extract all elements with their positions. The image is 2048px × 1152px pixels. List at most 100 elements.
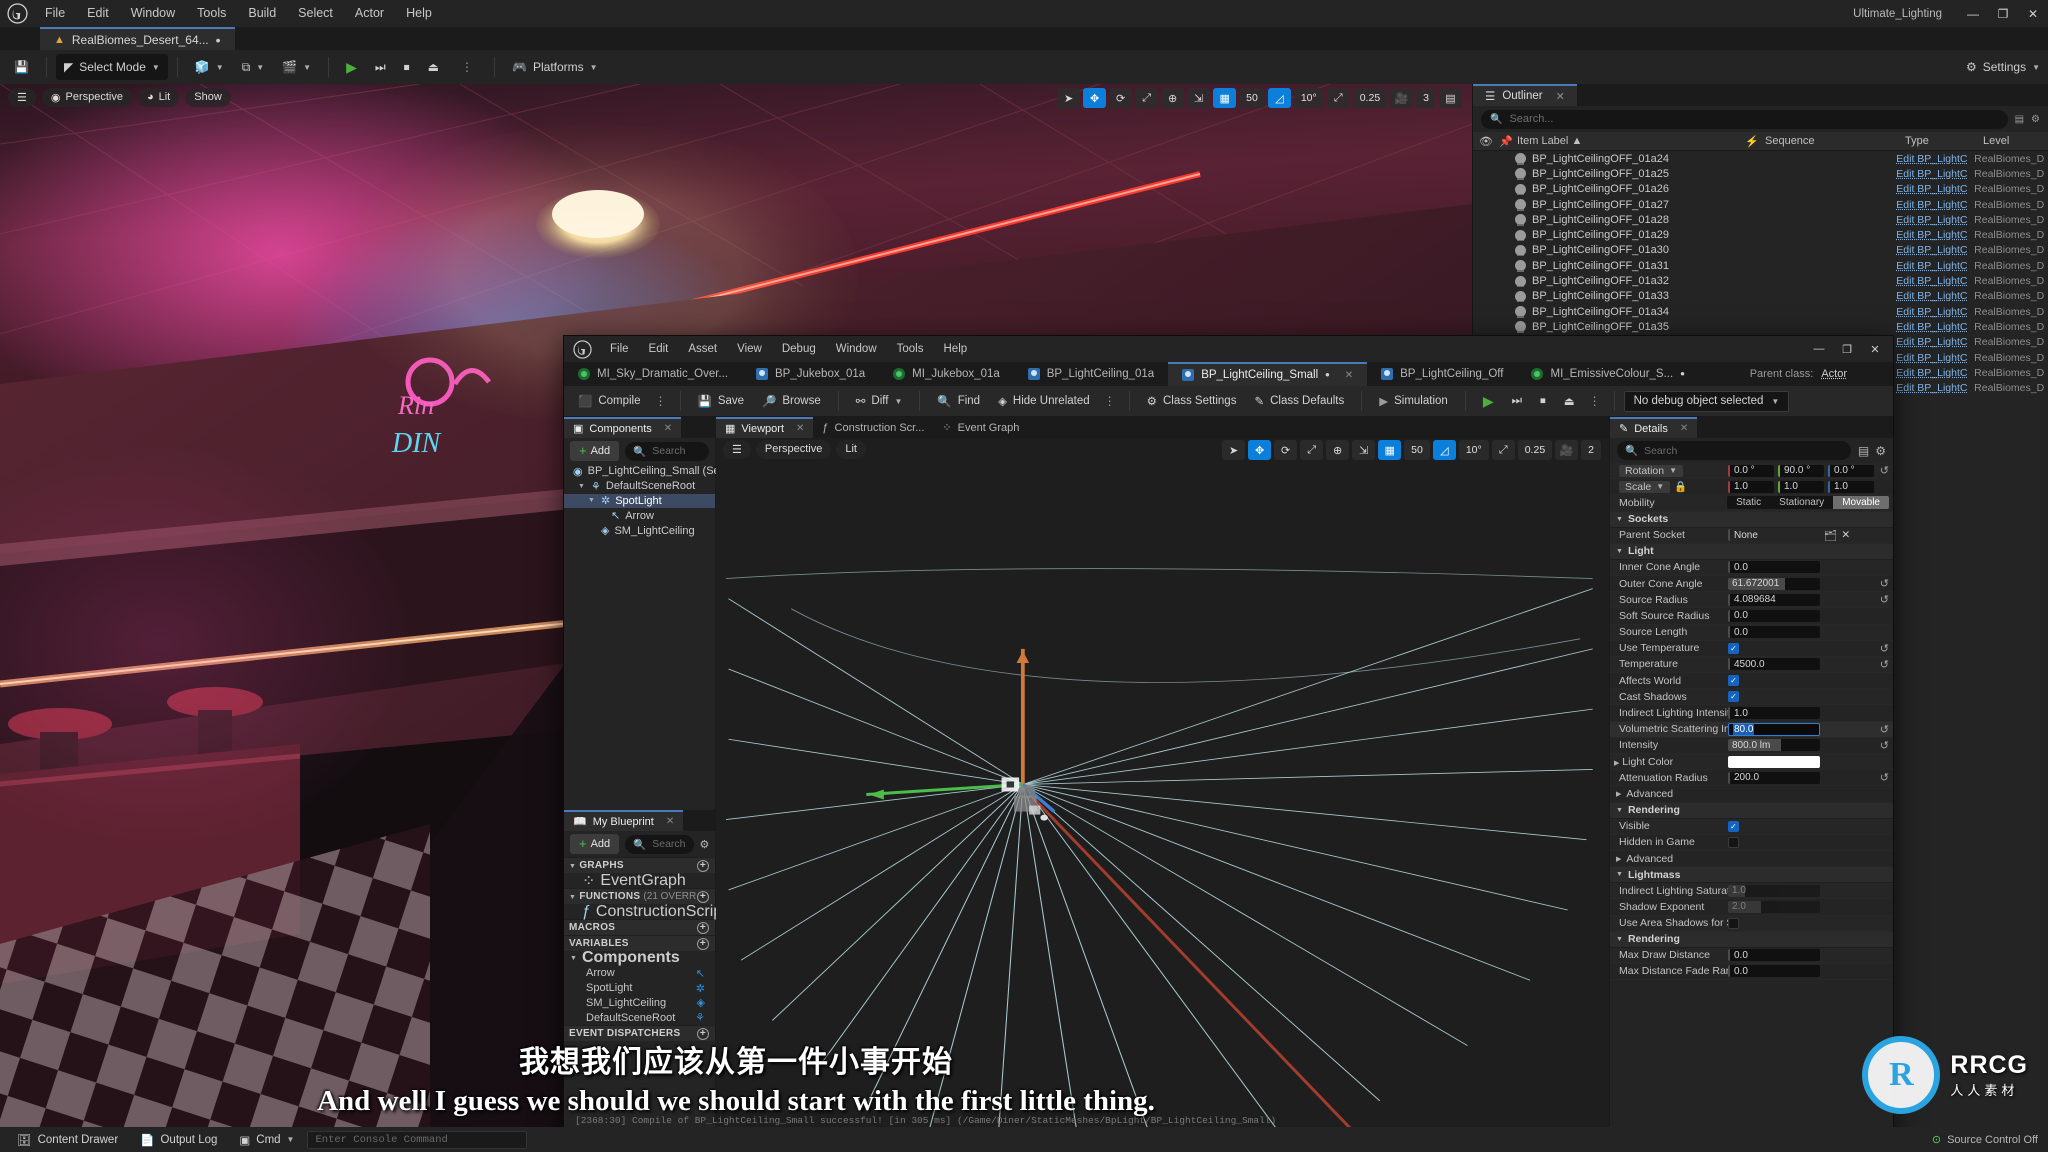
mobility-option-static[interactable]: Static: [1727, 496, 1770, 509]
mobility-toggle-group[interactable]: Static Stationary Movable: [1727, 496, 1889, 510]
details-section-rendering[interactable]: ▼ Rendering: [1610, 931, 1893, 948]
property-row-indirect-lighting-saturation[interactable]: Indirect Lighting Saturation1.0: [1610, 883, 1893, 900]
mobility-row[interactable]: Mobility Static Stationary Movable: [1610, 495, 1893, 512]
asset-tab-bp-jukebox-01a[interactable]: BP_Jukebox_01a: [742, 362, 879, 386]
settings-button[interactable]: ⚙ Settings ▼: [1966, 50, 2040, 84]
details-subsection-advanced[interactable]: ▶ Advanced: [1610, 851, 1893, 868]
my-blueprint-add-row[interactable]: + Add 🔍 Search ⚙: [564, 831, 715, 857]
component-variable-row[interactable]: DefaultSceneRoot ⚘: [564, 1010, 715, 1025]
find-button[interactable]: 🔍 Find: [929, 389, 988, 413]
tab-construction-scr[interactable]: ƒ Construction Scr...: [813, 417, 933, 438]
property-row-outer-cone-angle[interactable]: Outer Cone Angle 61.672001 ↺: [1610, 576, 1893, 593]
outliner-item-label[interactable]: BP_LightCeilingOFF_01a29: [1473, 229, 1737, 242]
outliner-item-type[interactable]: Edit BP_LightC: [1896, 336, 1974, 348]
outliner-item-type[interactable]: Edit BP_LightC: [1896, 367, 1974, 379]
table-row[interactable]: BP_LightCeilingOFF_01a31 Edit BP_LightC Re…: [1473, 258, 2048, 273]
outliner-settings-icon[interactable]: ⚙: [2031, 114, 2040, 125]
bp-eject-button[interactable]: ⏏: [1556, 389, 1583, 413]
outliner-item-label[interactable]: BP_LightCeilingOFF_01a26: [1473, 183, 1737, 196]
property-row-inner-cone-angle[interactable]: Inner Cone Angle 0.0: [1610, 559, 1893, 576]
property-value-input[interactable]: 4500.0: [1728, 658, 1820, 671]
twisty-icon[interactable]: ▼: [569, 894, 576, 901]
angle-snap-icon[interactable]: ◿: [1432, 440, 1456, 460]
menu-window[interactable]: Window: [120, 0, 186, 27]
outliner-filter-icon[interactable]: ▤: [2015, 114, 2024, 125]
unreal-logo-icon[interactable]: [564, 336, 600, 362]
stop-button[interactable]: ⏹: [396, 54, 418, 80]
property-row-source-radius[interactable]: Source Radius 4.089684 ↺: [1610, 592, 1893, 609]
bp-close-button[interactable]: ✕: [1861, 337, 1889, 361]
outliner-column-headers[interactable]: 👁 📌 Item Label ▲ ⚡ Sequence Type Level: [1473, 132, 2048, 151]
outliner-item-type[interactable]: Edit BP_LightC: [1896, 306, 1974, 318]
bp-step-button[interactable]: ⏭: [1504, 389, 1530, 413]
close-icon[interactable]: ✕: [664, 423, 672, 434]
close-button[interactable]: ✕: [2018, 0, 2048, 27]
outliner-item-type[interactable]: Edit BP_LightC: [1896, 168, 1974, 180]
details-property-list[interactable]: Rotation ▼ 0.0 ° 90.0 ° 0.0 ° ↺ Scale ▼ 🔒 1.0 1.0 1…: [1610, 463, 1893, 981]
bp-minimize-button[interactable]: —: [1805, 337, 1833, 361]
status-bar[interactable]: 🗄 Content Drawer 📄 Output Log ▣ Cmd ▼ En…: [0, 1127, 2048, 1152]
outliner-item-label[interactable]: BP_LightCeilingOFF_01a34: [1473, 306, 1737, 318]
transform-axis-y[interactable]: 1.0: [1778, 480, 1824, 493]
source-control-status[interactable]: ⊙ Source Control Off: [1932, 1133, 2038, 1147]
pin-column-icon[interactable]: 📌: [1493, 135, 1513, 148]
outliner-item-type[interactable]: Edit BP_LightC: [1896, 153, 1974, 165]
property-row-max-distance-fade-range[interactable]: Max Distance Fade Range0.0: [1610, 964, 1893, 981]
surface-snap-icon[interactable]: ⇲: [1352, 440, 1376, 460]
lock-icon[interactable]: 🔒: [1674, 480, 1687, 493]
twisty-icon[interactable]: ▼: [569, 863, 576, 870]
skip-button[interactable]: ⏭: [367, 54, 394, 80]
level-tab-strip[interactable]: ▲ RealBiomes_Desert_64... •: [0, 27, 2048, 50]
details-section-lightmass[interactable]: ▼ Lightmass: [1610, 867, 1893, 884]
asset-tab-mi-emissivecolour-s[interactable]: MI_EmissiveColour_S... •: [1517, 362, 1698, 386]
tab-viewport[interactable]: ▦ Viewport ✕: [716, 417, 814, 438]
debug-object-dropdown[interactable]: No debug object selected ▼: [1623, 390, 1790, 412]
bp-play-button[interactable]: ▶: [1475, 389, 1502, 413]
viewport-transform-tools[interactable]: ➤ ✥ ⟳ ⤢ ⊕ ⇲ ▦ 50 ◿ 10° ⤢ 0.25 🎥 3 ▤: [1057, 88, 1462, 108]
tab-my-blueprint[interactable]: 📖 My Blueprint ✕: [564, 810, 684, 832]
reset-to-default-icon[interactable]: ↺: [1880, 739, 1889, 752]
table-row[interactable]: BP_LightCeilingOFF_01a32 Edit BP_LightC Re…: [1473, 273, 2048, 288]
property-row-temperature[interactable]: Temperature 4500.0 ↺: [1610, 656, 1893, 674]
outliner-item-type[interactable]: Edit BP_LightC: [1896, 382, 1974, 394]
bp-menu-tools[interactable]: Tools: [887, 336, 934, 362]
mobility-option-movable[interactable]: Movable: [1833, 496, 1889, 510]
property-row-cast-shadows[interactable]: Cast Shadows ✓: [1610, 689, 1893, 706]
visibility-column-icon[interactable]: 👁: [1473, 135, 1493, 148]
output-log-button[interactable]: 📄 Output Log: [131, 1130, 226, 1149]
eject-button[interactable]: ⏏: [420, 54, 447, 80]
details-columns-icon[interactable]: ▤: [1858, 444, 1869, 458]
translate-tool-icon[interactable]: ✥: [1248, 440, 1272, 460]
outliner-item-type[interactable]: Edit BP_LightC: [1896, 260, 1974, 272]
details-subsection-advanced[interactable]: ▶ Advanced: [1610, 786, 1893, 803]
menu-file[interactable]: File: [34, 0, 76, 27]
property-row-parent-socket[interactable]: Parent Socket None 🗂 ✕: [1610, 527, 1893, 544]
close-icon[interactable]: ✕: [1556, 90, 1565, 103]
bp-menu-asset[interactable]: Asset: [678, 336, 727, 362]
reset-to-default-icon[interactable]: ↺: [1880, 642, 1889, 655]
tab-components[interactable]: ▣ Components ✕: [564, 417, 682, 438]
component-tree-item[interactable]: ↖ Arrow: [564, 508, 715, 523]
transform-axis-y[interactable]: 90.0 °: [1778, 464, 1824, 477]
details-settings-icon[interactable]: ⚙: [1875, 444, 1886, 458]
main-menubar[interactable]: File Edit Window Tools Build Select Acto…: [0, 0, 2048, 27]
bp-scale-size-value[interactable]: 0.25: [1517, 440, 1553, 460]
blueprint-asset-tabs[interactable]: MI_Sky_Dramatic_Over... BP_Jukebox_01a MI_…: [564, 362, 1893, 386]
blueprint-editor-window[interactable]: File Edit Asset View Debug Window Tools …: [563, 335, 1894, 1152]
my-blueprint-item[interactable]: ƒ ConstructionScript: [564, 903, 727, 920]
parent-class-value[interactable]: Actor: [1821, 368, 1847, 380]
compile-button[interactable]: ⬛ Compile: [570, 389, 649, 413]
outliner-item-label[interactable]: BP_LightCeilingOFF_01a32: [1473, 275, 1737, 288]
property-row-source-length[interactable]: Source Length 0.0: [1610, 624, 1893, 641]
details-section-sockets[interactable]: ▼ Sockets: [1610, 511, 1893, 528]
rotate-tool-icon[interactable]: ⟳: [1274, 440, 1298, 460]
component-variable-row[interactable]: SpotLight ✲: [564, 981, 715, 996]
blueprint-toolbar[interactable]: ⬛ Compile ⋮ 💾 Save 🔎 Browse ⚯ Diff ▼ 🔍 F…: [564, 386, 1893, 417]
clear-socket-icon[interactable]: ✕: [1841, 529, 1850, 541]
viewport-viewmode-button[interactable]: ◕ Lit: [137, 87, 180, 107]
twisty-icon[interactable]: ▶: [1616, 790, 1621, 798]
angle-size-value[interactable]: 10°: [1293, 88, 1324, 108]
add-item-icon[interactable]: +: [697, 921, 709, 934]
bp-menu-file[interactable]: File: [600, 336, 639, 362]
outliner-item-label[interactable]: BP_LightCeilingOFF_01a28: [1473, 214, 1737, 226]
